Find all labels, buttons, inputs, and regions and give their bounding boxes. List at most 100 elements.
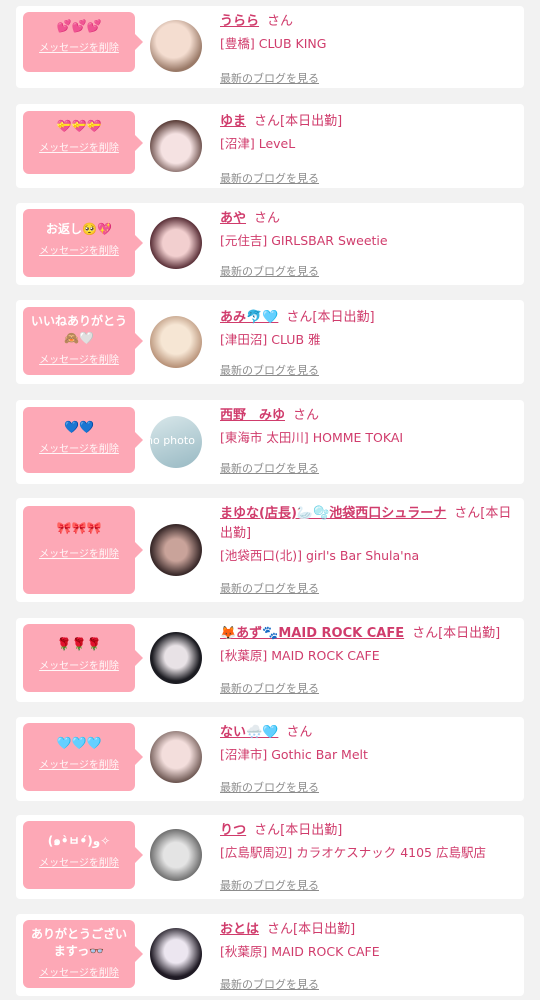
blog-link[interactable]: 最新のブログを見る <box>220 580 319 596</box>
delete-message-link[interactable]: メッセージを削除 <box>23 39 135 54</box>
message-text: 💝💝💝 <box>56 119 102 133</box>
blog-link[interactable]: 最新のブログを見る <box>220 779 319 795</box>
info: 西野 みゆ さん [東海市 太田川] HOMME TOKAI 最新のブログを見る <box>220 406 514 475</box>
honorific: さん <box>286 725 313 740</box>
cast-name-link[interactable]: りつ <box>220 823 246 838</box>
info: ゆま さん[本日出勤] [沼津] LeveL 最新のブログを見る <box>220 112 514 185</box>
blog-link[interactable]: 最新のブログを見る <box>220 263 319 279</box>
shop-name: [東海市 太田川] HOMME TOKAI <box>220 430 404 445</box>
cast-name-link[interactable]: 🦊あず🐾MAID ROCK CAFE <box>220 626 404 641</box>
cast-name-link[interactable]: 西野 みゆ <box>220 408 285 423</box>
message-text: ありがとうございますっ👓 <box>30 927 127 958</box>
name-line: 西野 みゆ さん <box>220 406 514 426</box>
avatar[interactable] <box>150 829 202 881</box>
message-bubble: お返し🥺💖 メッセージを削除 <box>23 209 143 277</box>
avatar[interactable] <box>150 20 202 72</box>
shop-name: [沼津市] Gothic Bar Melt <box>220 747 368 762</box>
cast-name-link[interactable]: まゆな(店長)🦢🫧池袋西口シュラーナ <box>220 506 446 521</box>
name-line: うらら さん <box>220 12 514 32</box>
info: おとは さん[本日出勤] [秋葉原] MAID ROCK CAFE 最新のブログを… <box>220 920 514 991</box>
blog-link[interactable]: 最新のブログを見る <box>220 460 319 476</box>
cast-name-link[interactable]: ない🌨️🩵 <box>220 725 278 740</box>
delete-message-link[interactable]: メッセージを削除 <box>23 440 135 455</box>
message-bubble: 💝💝💝 メッセージを削除 <box>23 111 143 174</box>
attendance-badge: [本日出勤] <box>312 310 375 325</box>
name-line: ない🌨️🩵 さん <box>220 723 514 743</box>
cast-name-link[interactable]: ゆま <box>220 114 246 129</box>
message-text: いいねありがとう🙈🤍 <box>30 314 127 345</box>
avatar[interactable] <box>150 524 202 576</box>
name-line: ゆま さん[本日出勤] <box>220 112 514 132</box>
blog-link[interactable]: 最新のブログを見る <box>220 877 319 893</box>
name-line: まゆな(店長)🦢🫧池袋西口シュラーナ さん[本日出勤] <box>220 504 514 544</box>
no-photo-text: no photo <box>150 434 195 447</box>
message-bubble: 💙💙 メッセージを削除 <box>23 407 143 473</box>
list-item: 💝💝💝 メッセージを削除 ゆま さん[本日出勤] [沼津] LeveL 最新のブロ… <box>16 104 524 188</box>
delete-message-link[interactable]: メッセージを削除 <box>23 854 135 869</box>
honorific: さん <box>254 823 281 838</box>
honorific: さん <box>286 310 313 325</box>
delete-message-link[interactable]: メッセージを削除 <box>23 351 135 366</box>
blog-link[interactable]: 最新のブログを見る <box>220 976 319 992</box>
blog-link[interactable]: 最新のブログを見る <box>220 170 319 186</box>
blog-link[interactable]: 最新のブログを見る <box>220 70 319 86</box>
list-item: 🌹🌹🌹 メッセージを削除 🦊あず🐾MAID ROCK CAFE さん[本日出勤] … <box>16 618 524 702</box>
delete-message-link[interactable]: メッセージを削除 <box>23 545 135 560</box>
message-bubble: 💕💕💕 メッセージを削除 <box>23 12 143 72</box>
message-text: 💙💙 <box>64 420 94 434</box>
attendance-badge: [本日出勤] <box>280 823 343 838</box>
delete-message-link[interactable]: メッセージを削除 <box>23 756 135 771</box>
message-text: 🌹🌹🌹 <box>56 637 102 651</box>
info: ない🌨️🩵 さん [沼津市] Gothic Bar Melt 最新のブログを見る <box>220 723 514 794</box>
list-item: 🎀🎀🎀 メッセージを削除 まゆな(店長)🦢🫧池袋西口シュラーナ さん[本日出勤] … <box>16 498 524 602</box>
shop-name: [津田沼] CLUB 雅 <box>220 332 321 347</box>
shop-name: [元住吉] GIRLSBAR Sweetie <box>220 233 388 248</box>
cast-name-link[interactable]: あみ🐬🩵 <box>220 310 278 325</box>
info: まゆな(店長)🦢🫧池袋西口シュラーナ さん[本日出勤] [池袋西口(北)] gir… <box>220 504 514 595</box>
delete-message-link[interactable]: メッセージを削除 <box>23 242 135 257</box>
name-line: 🦊あず🐾MAID ROCK CAFE さん[本日出勤] <box>220 624 514 644</box>
info: 🦊あず🐾MAID ROCK CAFE さん[本日出勤] [秋葉原] MAID RO… <box>220 624 514 695</box>
cast-name-link[interactable]: うらら <box>220 14 259 29</box>
message-bubble: 🩵🩵🩵 メッセージを削除 <box>23 723 143 791</box>
message-bubble: (๑•̀ㅂ•́)و✧ メッセージを削除 <box>23 821 143 889</box>
message-text: 💕💕💕 <box>56 19 102 33</box>
attendance-badge: [本日出勤] <box>438 626 501 641</box>
blog-link[interactable]: 最新のブログを見る <box>220 680 319 696</box>
delete-message-link[interactable]: メッセージを削除 <box>23 964 135 979</box>
avatar[interactable] <box>150 632 202 684</box>
list-item: (๑•̀ㅂ•́)و✧ メッセージを削除 りつ さん[本日出勤] [広島駅周辺] カ… <box>16 815 524 899</box>
shop-name: [豊橋] CLUB KING <box>220 36 327 51</box>
attendance-badge: [本日出勤] <box>280 114 343 129</box>
message-bubble: 🎀🎀🎀 メッセージを削除 <box>23 506 143 594</box>
info: うらら さん [豊橋] CLUB KING 最新のブログを見る <box>220 12 514 85</box>
message-bubble: ありがとうございますっ👓 メッセージを削除 <box>23 920 143 988</box>
name-line: あみ🐬🩵 さん[本日出勤] <box>220 308 514 328</box>
avatar[interactable] <box>150 731 202 783</box>
shop-name: [広島駅周辺] カラオケスナック 4105 広島駅店 <box>220 845 486 860</box>
info: あみ🐬🩵 さん[本日出勤] [津田沼] CLUB 雅 最新のブログを見る <box>220 308 514 377</box>
blog-link[interactable]: 最新のブログを見る <box>220 362 319 378</box>
list-item: ありがとうございますっ👓 メッセージを削除 おとは さん[本日出勤] [秋葉原] … <box>16 914 524 996</box>
honorific: さん <box>267 922 294 937</box>
list-item: お返し🥺💖 メッセージを削除 あや さん [元住吉] GIRLSBAR Sweet… <box>16 203 524 285</box>
avatar[interactable] <box>150 316 202 368</box>
honorific: さん <box>254 114 281 129</box>
message-text: 🩵🩵🩵 <box>56 736 102 750</box>
cast-name-link[interactable]: あや <box>220 211 246 226</box>
delete-message-link[interactable]: メッセージを削除 <box>23 139 135 154</box>
avatar[interactable] <box>150 928 202 980</box>
list-item: いいねありがとう🙈🤍 メッセージを削除 あみ🐬🩵 さん[本日出勤] [津田沼] C… <box>16 300 524 384</box>
message-bubble: 🌹🌹🌹 メッセージを削除 <box>23 624 143 692</box>
honorific: さん <box>267 14 294 29</box>
shop-name: [秋葉原] MAID ROCK CAFE <box>220 648 380 663</box>
cast-name-link[interactable]: おとは <box>220 922 259 937</box>
avatar[interactable] <box>150 217 202 269</box>
delete-message-link[interactable]: メッセージを削除 <box>23 657 135 672</box>
avatar[interactable] <box>150 120 202 172</box>
list-item: 🩵🩵🩵 メッセージを削除 ない🌨️🩵 さん [沼津市] Gothic Bar Me… <box>16 717 524 801</box>
avatar[interactable]: no photo <box>150 416 202 468</box>
message-text: お返し🥺💖 <box>46 222 112 236</box>
message-text: (๑•̀ㅂ•́)و✧ <box>47 834 111 848</box>
honorific: さん <box>254 211 281 226</box>
